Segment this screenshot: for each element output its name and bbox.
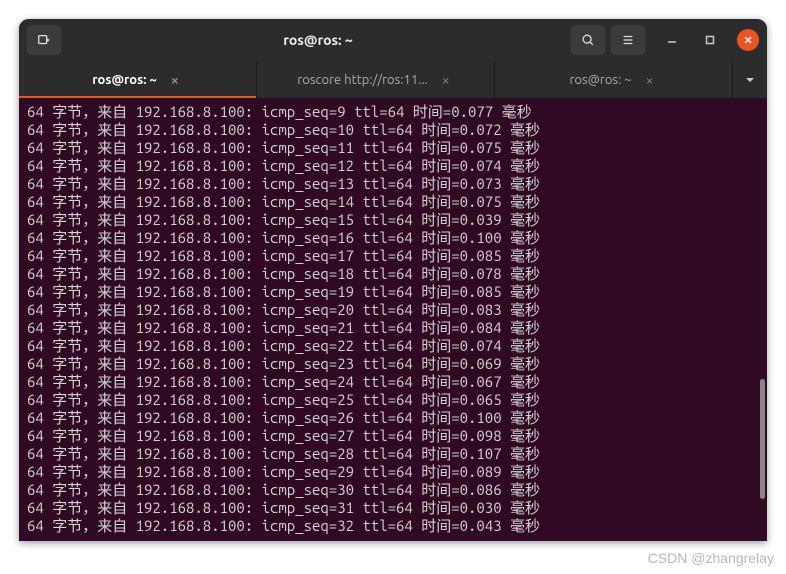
window-title: ros@ros: ~ <box>65 32 571 48</box>
new-tab-icon <box>37 33 51 47</box>
tab-1[interactable]: ros@ros: ~ × <box>19 61 257 98</box>
terminal-text: 64 字节，来自 192.168.8.100: icmp_seq=9 ttl=6… <box>27 103 759 535</box>
close-button[interactable] <box>737 29 759 51</box>
tab-close-icon[interactable]: × <box>642 72 658 88</box>
search-icon <box>581 33 595 47</box>
tab-close-icon[interactable]: × <box>438 72 454 88</box>
menu-button[interactable] <box>611 25 645 55</box>
chevron-down-icon <box>743 73 757 87</box>
maximize-icon <box>703 33 717 47</box>
scrollbar-thumb[interactable] <box>760 379 765 499</box>
close-icon <box>741 33 755 47</box>
minimize-button[interactable] <box>661 29 683 51</box>
terminal-output[interactable]: 64 字节，来自 192.168.8.100: icmp_seq=9 ttl=6… <box>19 99 767 541</box>
maximize-button[interactable] <box>699 29 721 51</box>
hamburger-icon <box>621 33 635 47</box>
search-button[interactable] <box>571 25 605 55</box>
tab-label: roscore http://ros:11... <box>297 73 427 87</box>
titlebar: ros@ros: ~ <box>19 19 767 61</box>
tab-label: ros@ros: ~ <box>92 73 157 87</box>
terminal-window: ros@ros: ~ ros@ros: ~ × roscore htt <box>19 19 767 541</box>
tabs-dropdown-button[interactable] <box>733 61 767 98</box>
watermark: CSDN @zhangrelay <box>648 550 774 566</box>
tab-bar: ros@ros: ~ × roscore http://ros:11... × … <box>19 61 767 99</box>
tab-label: ros@ros: ~ <box>569 73 631 87</box>
tab-2[interactable]: roscore http://ros:11... × <box>257 61 495 98</box>
minimize-icon <box>665 33 679 47</box>
new-tab-button[interactable] <box>27 25 61 55</box>
tab-close-icon[interactable]: × <box>167 72 183 88</box>
tab-3[interactable]: ros@ros: ~ × <box>495 61 733 98</box>
